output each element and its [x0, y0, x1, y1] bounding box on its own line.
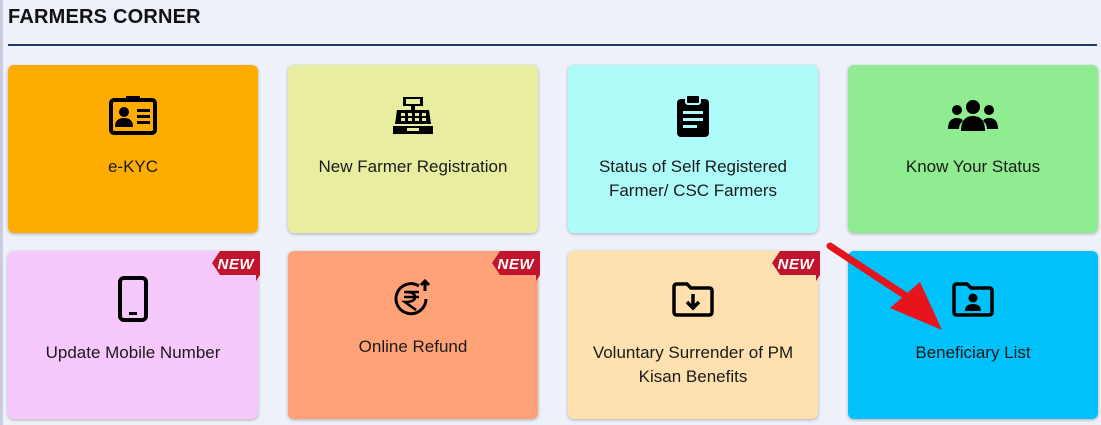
online-refund-label: Online Refund	[358, 337, 468, 356]
voluntary-surrender-label: Voluntary Surrender of PM Kisan Benefits	[592, 343, 794, 386]
users-icon	[947, 92, 999, 140]
rupee-refund-icon	[387, 275, 439, 323]
title-divider	[8, 44, 1097, 46]
id-card-icon	[107, 92, 159, 140]
ekyc-label: e-KYC	[107, 157, 159, 176]
folder-download-icon	[667, 275, 719, 323]
self-registered-status-label: Status of Self Registered Farmer/ CSC Fa…	[598, 157, 788, 200]
update-mobile-number-label: Update Mobile Number	[45, 343, 221, 362]
voluntary-surrender-tile[interactable]: NEW Voluntary Surrender of PM Kisan Bene…	[568, 251, 820, 419]
new-badge-text: NEW	[777, 256, 814, 273]
cash-register-icon	[387, 92, 439, 140]
new-badge-text: NEW	[217, 256, 254, 273]
online-refund-tile[interactable]: NEW Online Refund	[288, 251, 540, 419]
know-your-status-tile[interactable]: Know Your Status	[848, 65, 1098, 233]
new-badge-text: NEW	[497, 256, 534, 273]
know-your-status-label: Know Your Status	[905, 157, 1041, 176]
new-farmer-registration-tile[interactable]: New Farmer Registration	[288, 65, 538, 233]
new-farmer-registration-label: New Farmer Registration	[318, 157, 508, 176]
section-title: FARMERS CORNER	[8, 6, 201, 28]
beneficiary-list-label: Beneficiary List	[915, 343, 1031, 362]
clipboard-icon	[667, 92, 719, 140]
update-mobile-number-tile[interactable]: NEW Update Mobile Number	[8, 251, 260, 419]
ekyc-tile[interactable]: e-KYC	[8, 65, 258, 233]
pointer-arrow-annotation	[826, 242, 942, 330]
self-registered-status-tile[interactable]: Status of Self Registered Farmer/ CSC Fa…	[568, 65, 818, 233]
mobile-phone-icon	[107, 275, 159, 323]
